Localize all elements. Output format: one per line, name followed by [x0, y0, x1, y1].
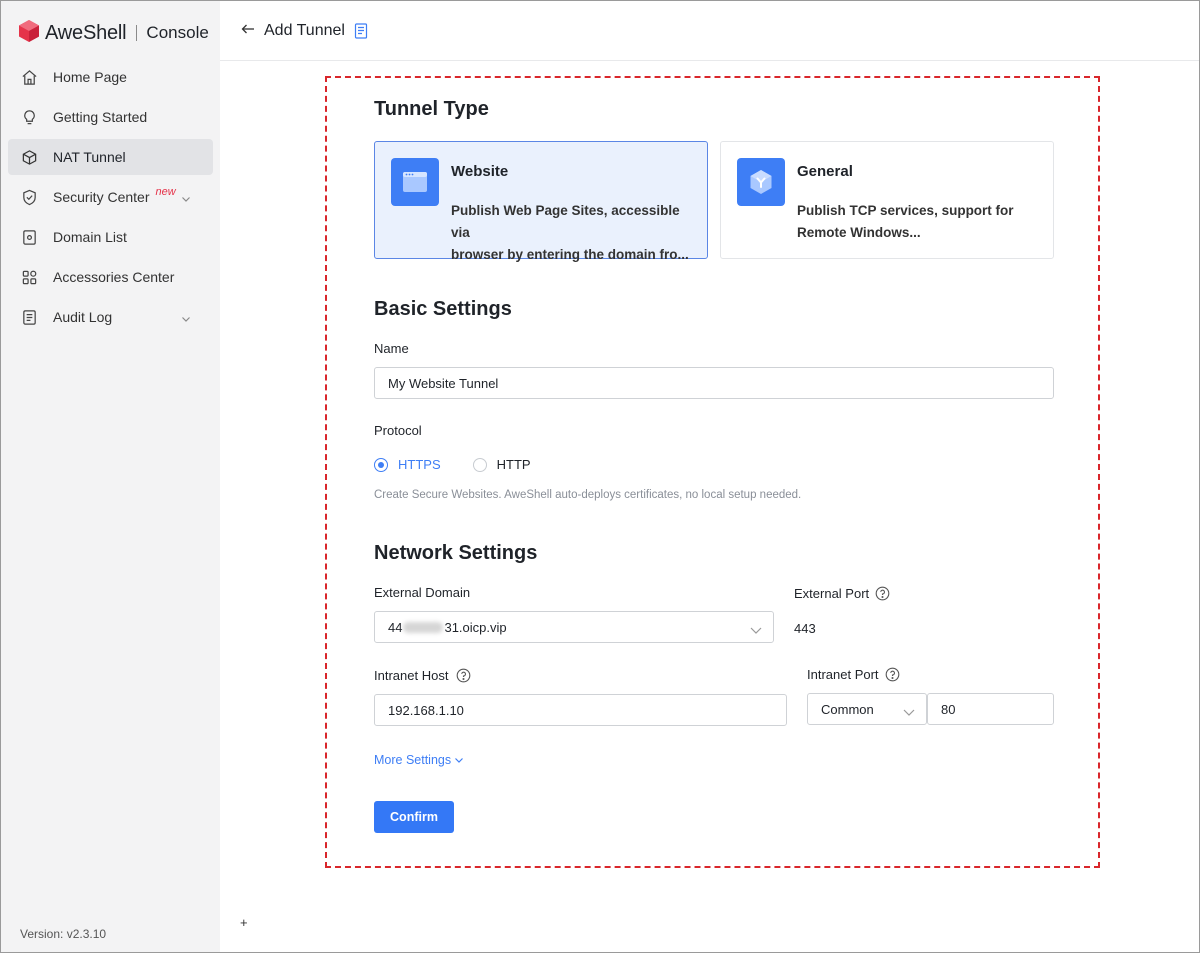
- sidebar-item-label: Audit Log: [53, 309, 113, 325]
- log-icon: [21, 309, 38, 326]
- aweshell-logo-icon: [17, 19, 41, 48]
- sidebar-item-label: Accessories Center: [53, 269, 175, 285]
- sidebar-item-audit-log[interactable]: Audit Log: [8, 299, 213, 335]
- grid-icon: [21, 269, 38, 286]
- card-description: Publish Web Page Sites, accessible via b…: [451, 200, 701, 266]
- redacted-blur: [403, 621, 444, 633]
- intranet-host-input[interactable]: 192.168.1.10: [374, 694, 787, 726]
- brand-divider: [136, 25, 138, 41]
- card-description-line: Publish Web Page Sites, accessible via: [451, 203, 680, 240]
- confirm-button[interactable]: Confirm: [374, 801, 454, 833]
- hexagon-y-icon: [737, 158, 785, 206]
- shield-icon: [21, 189, 38, 206]
- intranet-host-value: 192.168.1.10: [388, 702, 464, 718]
- external-domain-suffix: 31.oicp.vip: [444, 619, 507, 635]
- radio-indicator: [374, 457, 388, 472]
- tunnel-type-general-card[interactable]: General Publish TCP services, support fo…: [720, 141, 1054, 259]
- card-description-line: browser by entering the domain fro...: [451, 247, 689, 262]
- name-label: Name: [374, 341, 409, 356]
- external-port-label-text: External Port: [794, 586, 870, 601]
- sidebar: AweShell Console Home Page Getting Start…: [1, 1, 220, 952]
- radio-label: HTTPS: [398, 457, 441, 472]
- sidebar-nav: Home Page Getting Started NAT Tunnel Sec…: [8, 59, 213, 339]
- sidebar-item-label: Domain List: [53, 229, 127, 245]
- chevron-down-icon[interactable]: [181, 191, 191, 202]
- version-label: Version: v2.3.10: [20, 927, 107, 941]
- brand-subtitle: Console: [146, 23, 209, 42]
- sidebar-item-home-page[interactable]: Home Page: [8, 59, 213, 95]
- card-description-line: Remote Windows...: [797, 225, 921, 240]
- more-settings-link[interactable]: More Settings: [374, 753, 464, 767]
- intranet-port-value: 80: [941, 701, 956, 717]
- sidebar-item-accessories-center[interactable]: Accessories Center: [8, 259, 213, 295]
- radio-indicator: [472, 457, 487, 472]
- sidebar-item-label: Home Page: [53, 69, 127, 85]
- brand[interactable]: AweShell Console: [17, 19, 209, 48]
- chevron-down-icon: [750, 623, 762, 634]
- arrow-left-icon[interactable]: [240, 21, 256, 37]
- lightbulb-icon: [21, 109, 38, 126]
- help-icon[interactable]: [456, 668, 471, 683]
- section-title-basic-settings: Basic Settings: [374, 298, 512, 320]
- more-settings-label: More Settings: [374, 753, 452, 767]
- tunnel-type-website-card[interactable]: Website Publish Web Page Sites, accessib…: [374, 141, 708, 262]
- intranet-port-label-text: Intranet Port: [807, 667, 879, 682]
- sidebar-item-label: Security Center: [53, 189, 150, 205]
- document-icon[interactable]: [354, 23, 368, 39]
- external-domain-prefix: 44: [388, 619, 403, 635]
- external-port-value: 443: [794, 621, 816, 636]
- protocol-radio-http[interactable]: HTTP: [472, 457, 531, 472]
- home-icon: [21, 69, 38, 86]
- protocol-radio-group: HTTPS HTTP: [374, 457, 563, 472]
- browser-window-icon: [391, 158, 439, 206]
- radio-label: HTTP: [496, 457, 531, 472]
- protocol-label: Protocol: [374, 423, 422, 438]
- cube-icon: [21, 149, 38, 166]
- card-description: Publish TCP services, support for Remote…: [797, 200, 1047, 244]
- sidebar-item-domain-list[interactable]: Domain List: [8, 219, 213, 255]
- domain-icon: [21, 229, 38, 246]
- section-title-tunnel-type: Tunnel Type: [374, 98, 489, 120]
- chevron-down-icon: [903, 705, 915, 716]
- external-domain-label: External Domain: [374, 585, 471, 600]
- brand-name: AweShell: [45, 21, 127, 44]
- add-icon[interactable]: +: [240, 915, 248, 930]
- help-icon[interactable]: [875, 586, 890, 601]
- sidebar-item-security-center[interactable]: Security Center new: [8, 179, 213, 215]
- external-port-label: External Port: [794, 586, 890, 601]
- section-title-network-settings: Network Settings: [374, 542, 538, 564]
- card-description-line: Publish TCP services, support for: [797, 203, 1014, 218]
- chevron-down-icon[interactable]: [181, 311, 191, 322]
- intranet-port-input[interactable]: 80: [927, 693, 1054, 725]
- intranet-port-type-value: Common: [821, 701, 874, 717]
- card-title: Website: [451, 163, 509, 180]
- protocol-hint: Create Secure Websites. AweShell auto-de…: [374, 489, 802, 501]
- sidebar-item-label: NAT Tunnel: [53, 149, 126, 165]
- intranet-host-label-text: Intranet Host: [374, 668, 449, 683]
- intranet-host-label: Intranet Host: [374, 668, 471, 683]
- sidebar-item-nat-tunnel[interactable]: NAT Tunnel: [8, 139, 213, 175]
- page-title: Add Tunnel: [264, 22, 345, 39]
- name-input-value: My Website Tunnel: [388, 375, 499, 391]
- page-header: Add Tunnel: [220, 1, 1199, 61]
- new-badge: new: [155, 186, 176, 198]
- intranet-port-type-select[interactable]: Common: [807, 693, 927, 725]
- help-icon[interactable]: [885, 667, 900, 682]
- protocol-radio-https[interactable]: HTTPS: [374, 457, 441, 472]
- name-input[interactable]: My Website Tunnel: [374, 367, 1054, 399]
- intranet-port-label: Intranet Port: [807, 667, 900, 682]
- sidebar-item-label: Getting Started: [53, 109, 148, 125]
- chevron-down-icon: [455, 758, 464, 763]
- external-domain-select[interactable]: 44 31.oicp.vip: [374, 611, 774, 643]
- card-title: General: [797, 163, 853, 180]
- sidebar-item-getting-started[interactable]: Getting Started: [8, 99, 213, 135]
